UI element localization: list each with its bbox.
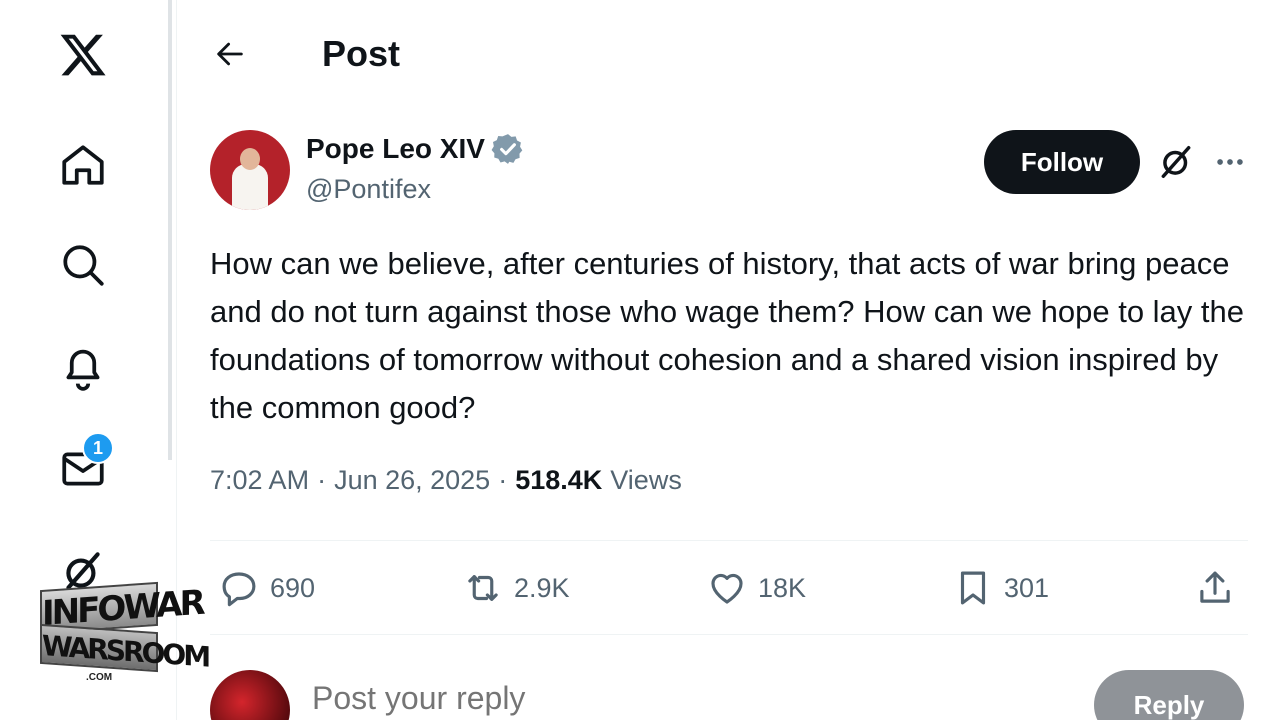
grok-icon (1161, 146, 1191, 178)
post-meta: 7:02 AM · Jun 26, 2025 · 518.4K Views (210, 465, 682, 496)
reply-count: 690 (270, 572, 316, 603)
author-name[interactable]: Pope Leo XIV (306, 133, 485, 165)
bookmark-action[interactable]: 301 (952, 564, 1049, 612)
views-label: Views (610, 465, 682, 495)
watermark-line2: WARSROOM (40, 623, 208, 674)
follow-button[interactable]: Follow (984, 130, 1140, 194)
repost-count: 2.9K (514, 572, 570, 603)
reply-input[interactable] (312, 680, 912, 717)
verified-badge-icon (491, 134, 523, 164)
share-icon (1200, 571, 1230, 603)
scrollbar[interactable] (168, 0, 172, 460)
meta-separator: · (317, 465, 327, 495)
infowars-watermark-logo: INFOWAR WARSROOM .COM (36, 572, 208, 690)
author-avatar[interactable] (210, 130, 290, 210)
notification-badge: 1 (82, 432, 114, 464)
home-icon[interactable] (52, 134, 114, 196)
share-action[interactable] (1194, 564, 1246, 612)
author-name-row: Pope Leo XIV (306, 132, 525, 166)
bookmark-count: 301 (1004, 572, 1050, 603)
divider (210, 540, 1248, 541)
more-options-button[interactable] (1208, 140, 1252, 184)
post-date[interactable]: Jun 26, 2025 (334, 465, 490, 496)
more-horizontal-icon (1217, 159, 1243, 165)
like-action[interactable]: 18K (706, 564, 806, 612)
page-title: Post (322, 33, 401, 74)
x-logo-icon[interactable] (52, 24, 114, 86)
bookmark-icon (960, 571, 986, 605)
repost-action[interactable]: 2.9K (462, 564, 570, 612)
repost-icon (468, 575, 498, 601)
comment-icon (222, 572, 256, 607)
reply-button[interactable]: Reply (1094, 670, 1244, 720)
meta-separator: · (498, 465, 508, 495)
views-count: 518.4K (515, 465, 603, 495)
bell-icon[interactable] (52, 336, 114, 398)
post-time[interactable]: 7:02 AM (210, 465, 309, 496)
user-avatar[interactable] (210, 670, 290, 720)
watermark-suffix: .COM (86, 672, 113, 683)
arrow-left-icon (217, 42, 243, 66)
like-count: 18K (758, 572, 807, 603)
divider (210, 634, 1248, 635)
author-handle[interactable]: @Pontifex (306, 174, 431, 205)
page-header: Post (190, 18, 400, 90)
post-text: How can we believe, after centuries of h… (210, 246, 1245, 425)
back-button[interactable] (202, 26, 258, 82)
grok-explain-button[interactable] (1154, 140, 1198, 184)
heart-icon (711, 573, 743, 604)
search-icon[interactable] (52, 234, 114, 296)
reply-action[interactable]: 690 (218, 564, 315, 612)
